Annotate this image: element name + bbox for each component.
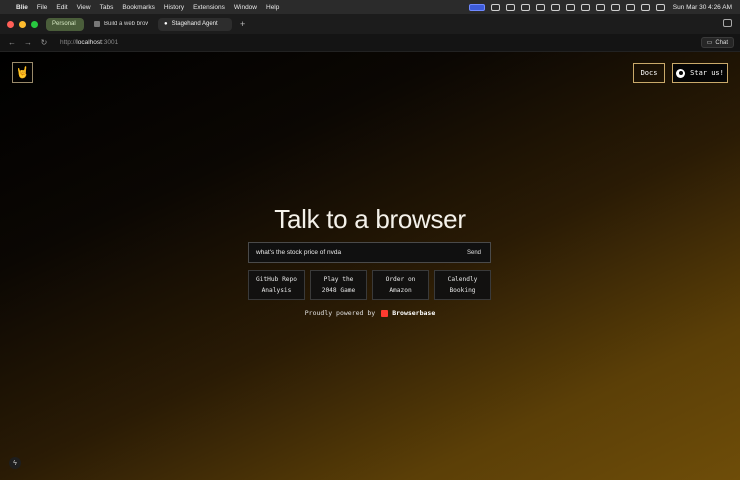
control-center-icon[interactable] [640, 3, 650, 11]
star-us-label: Star us! [690, 69, 724, 77]
tab-personal[interactable]: Personal [46, 17, 84, 31]
new-tab-button[interactable]: + [240, 19, 245, 29]
suggestion-order-on-amazon[interactable]: Order on Amazon [372, 270, 429, 300]
star-us-button[interactable]: Star us! [672, 63, 728, 83]
chat-icon: ▭ [706, 40, 713, 46]
page-title: Talk to a browser [274, 204, 466, 234]
suggestion-calendly-booking[interactable]: Calendly Booking [434, 270, 491, 300]
url-host: localhost [76, 39, 102, 46]
prompt-input[interactable] [249, 243, 458, 262]
github-icon [676, 68, 686, 78]
lightning-icon[interactable]: ϟ [9, 457, 21, 469]
browserbase-logo-icon [381, 309, 389, 317]
menu-bookmarks[interactable]: Bookmarks [122, 4, 155, 11]
window-controls [7, 20, 38, 28]
extension-icon[interactable] [565, 3, 575, 11]
menu-window[interactable]: Window [234, 4, 257, 11]
tab-label: Personal [52, 21, 76, 27]
menu-view[interactable]: View [77, 4, 91, 11]
chat-label: Chat [715, 39, 728, 46]
page-content: 🤘 Docs Star us! Talk to a browser Send G… [0, 52, 740, 480]
clock[interactable]: Sun Mar 30 4:26 AM [673, 4, 732, 11]
url-port: :3001 [101, 39, 119, 46]
reload-icon[interactable]: ↻ [40, 38, 48, 47]
menu-app-name[interactable]: Blie [16, 4, 28, 11]
docs-button[interactable]: Docs [633, 63, 665, 83]
extension-icon[interactable] [490, 3, 500, 11]
search-icon[interactable] [625, 3, 635, 11]
tab-bar: Personal Build a web browsing a ● Stageh… [0, 14, 740, 34]
suggestion-play-2048-game[interactable]: Play the 2048 Game [310, 270, 367, 300]
tab-build-web-browsing[interactable]: Build a web browsing a [88, 18, 154, 31]
suggestion-github-repo-analysis[interactable]: GitHub Repo Analysis [248, 270, 305, 300]
wifi-icon[interactable] [610, 3, 620, 11]
siri-icon[interactable] [655, 3, 665, 11]
url-prefix: http:// [60, 39, 77, 46]
powered-by-text: Proudly powered by [304, 309, 376, 317]
prompt-form: Send [248, 242, 491, 263]
browserbase-link[interactable]: Browserbase [392, 309, 435, 317]
minimize-window-button[interactable] [19, 20, 26, 28]
rock-hand-icon: 🤘 [15, 67, 30, 79]
favicon-icon: ● [164, 21, 168, 27]
tab-label: Stagehand Agent [171, 21, 218, 27]
tab-stagehand-agent[interactable]: ● Stagehand Agent [158, 17, 232, 31]
tab-label: Build a web browsing a [104, 21, 148, 27]
powered-by: Proudly powered by Browserbase [0, 309, 740, 317]
menu-file[interactable]: File [37, 4, 47, 11]
suggestion-list: GitHub Repo Analysis Play the 2048 Game … [248, 270, 491, 300]
tab-overview-icon[interactable] [723, 19, 732, 27]
address-bar[interactable]: http://localhost:3001 [60, 39, 118, 46]
extension-icon[interactable] [520, 3, 530, 11]
menu-help[interactable]: Help [266, 4, 279, 11]
extension-icon[interactable] [595, 3, 605, 11]
menu-bar: Blie File Edit View Tabs Bookmarks Histo… [0, 0, 740, 14]
menu-history[interactable]: History [164, 4, 184, 11]
navigation-bar: ← → ↻ http://localhost:3001 ▭ Chat [0, 34, 740, 52]
back-arrow-icon[interactable]: ← [8, 38, 16, 47]
screen-record-icon[interactable] [468, 3, 485, 11]
menu-edit[interactable]: Edit [56, 4, 67, 11]
status-icons: Sun Mar 30 4:26 AM [468, 0, 732, 14]
chat-button[interactable]: ▭ Chat [700, 37, 734, 48]
menu-tabs[interactable]: Tabs [100, 4, 114, 11]
zoom-window-button[interactable] [31, 20, 38, 28]
extension-icon[interactable] [535, 3, 545, 11]
favicon-icon [94, 21, 100, 27]
calendar-icon[interactable] [550, 3, 560, 11]
send-button[interactable]: Send [458, 243, 490, 262]
menu-extensions[interactable]: Extensions [193, 4, 225, 11]
logo[interactable]: 🤘 [12, 62, 33, 83]
forward-arrow-icon[interactable]: → [24, 38, 32, 47]
extension-icon[interactable] [505, 3, 515, 11]
extension-icon[interactable] [580, 3, 590, 11]
close-window-button[interactable] [7, 20, 14, 28]
